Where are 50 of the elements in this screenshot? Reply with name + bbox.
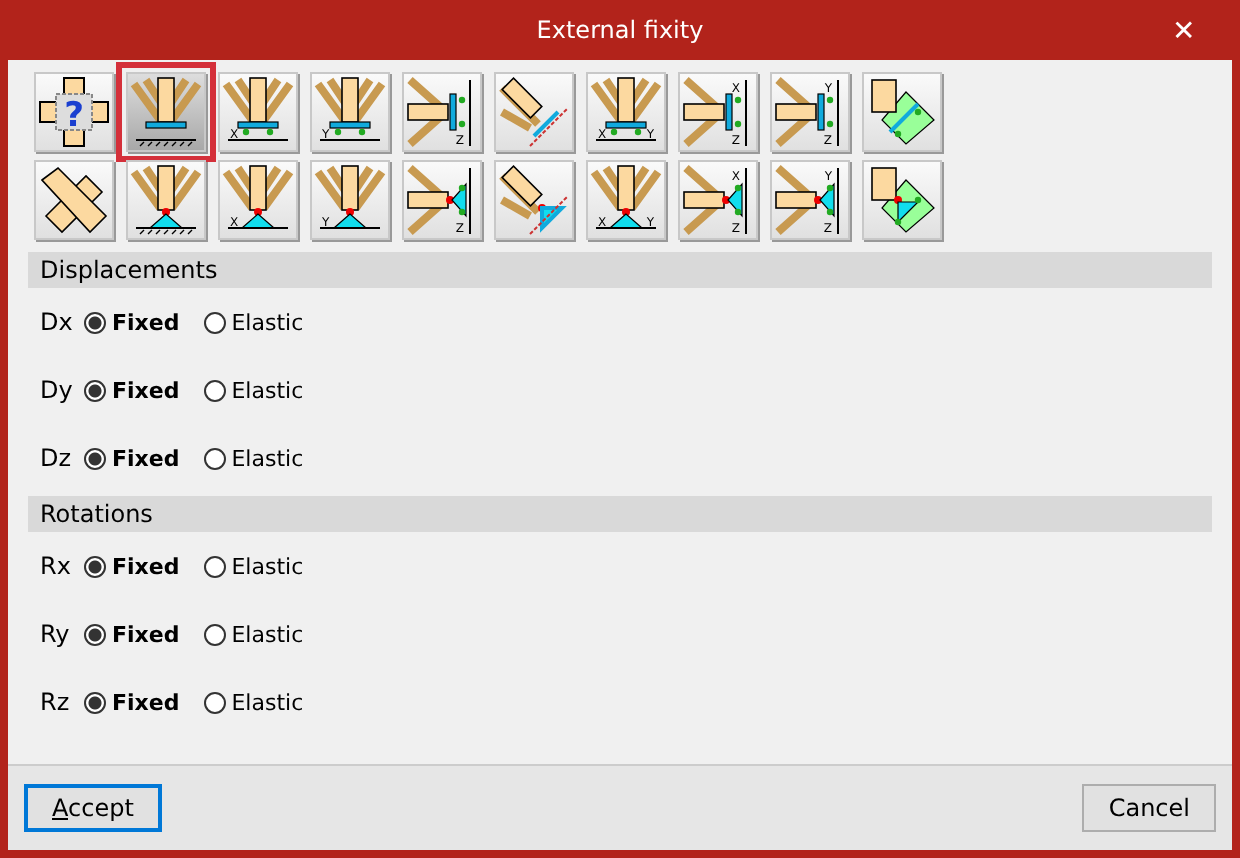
option-label: Elastic [231, 689, 304, 715]
radio-button[interactable] [84, 311, 106, 333]
radio-button[interactable] [203, 623, 226, 645]
radio-option[interactable]: Elastic [203, 445, 304, 471]
radio-option[interactable]: Fixed [84, 621, 180, 647]
row-label: Rz [40, 688, 72, 716]
option-label: Elastic [231, 377, 304, 403]
radio-button[interactable] [203, 691, 226, 713]
row-label: Ry [40, 620, 72, 648]
option-label: Fixed [112, 621, 180, 647]
option-label: Elastic [231, 621, 304, 647]
radio-button[interactable] [84, 691, 106, 713]
row-label: Dz [40, 444, 74, 472]
radio-button[interactable] [203, 555, 226, 577]
radio-option[interactable]: Fixed [84, 445, 180, 471]
close-button[interactable]: ✕ [1144, 0, 1224, 60]
row-label: Rx [40, 552, 73, 580]
support-type-button[interactable] [34, 160, 114, 240]
option-label: Elastic [231, 553, 304, 579]
option-label: Fixed [112, 377, 180, 403]
option-label: Elastic [231, 445, 304, 471]
radio-button[interactable] [203, 379, 226, 401]
cancel-button[interactable]: Cancel [1082, 784, 1216, 832]
corner-joint-icon [38, 164, 110, 236]
option-label: Elastic [231, 309, 304, 335]
radio-option[interactable]: Fixed [84, 309, 180, 335]
radio-option[interactable]: Elastic [203, 377, 304, 403]
radio-button[interactable] [84, 379, 106, 401]
radio-option[interactable]: Elastic [203, 621, 304, 647]
radio-option[interactable]: Elastic [203, 553, 304, 579]
radio-button[interactable] [84, 623, 106, 645]
radio-option[interactable]: Fixed [84, 553, 180, 579]
window-title: External fixity [536, 16, 704, 44]
row-label: Dx [40, 308, 75, 336]
radio-button[interactable] [84, 555, 106, 577]
radio-button[interactable] [203, 447, 226, 469]
radio-button[interactable] [203, 311, 226, 333]
radio-option[interactable]: Elastic [203, 689, 304, 715]
option-label: Fixed [112, 689, 180, 715]
section-header: Rotations [28, 496, 1212, 532]
radio-option[interactable]: Elastic [203, 309, 304, 335]
row-label: Dy [40, 376, 75, 404]
option-label: Fixed [112, 553, 180, 579]
radio-button[interactable] [84, 447, 106, 469]
radio-option[interactable]: Fixed [84, 689, 180, 715]
accept-button[interactable]: Accept [24, 784, 162, 832]
option-label: Fixed [112, 445, 180, 471]
section-header: Displacements [28, 252, 1212, 288]
radio-option[interactable]: Fixed [84, 377, 180, 403]
option-label: Fixed [112, 309, 180, 335]
